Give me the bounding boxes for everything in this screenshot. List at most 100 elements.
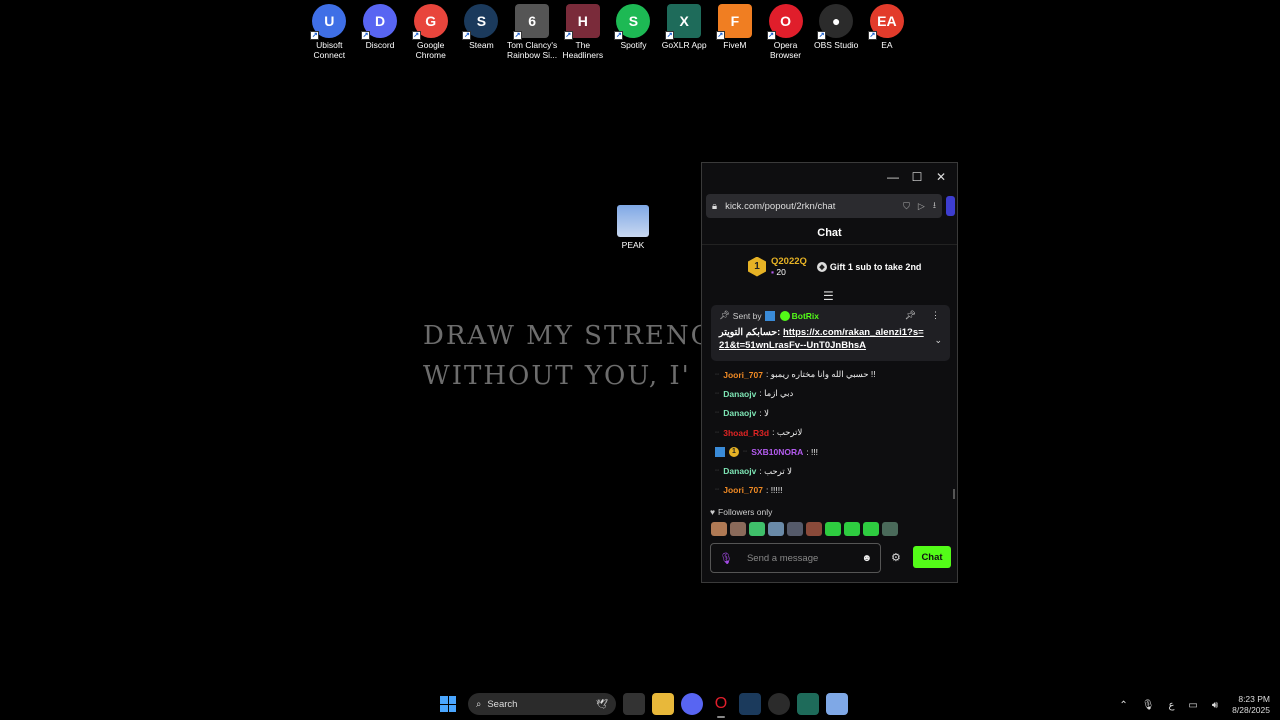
opera-icon[interactable]: O bbox=[710, 693, 732, 718]
shortcut-arrow-icon: ↗ bbox=[462, 31, 472, 40]
language-indicator[interactable]: ع bbox=[1168, 700, 1174, 711]
bot-name[interactable]: BotRix bbox=[792, 311, 819, 321]
emote-icon[interactable] bbox=[768, 522, 784, 536]
timestamp-dots-icon: ◦◦ bbox=[743, 448, 748, 455]
app-icon: U ↗ bbox=[310, 4, 347, 40]
steam-icon[interactable] bbox=[739, 693, 761, 715]
timestamp-dots-icon: ◦◦ bbox=[715, 429, 720, 436]
desktop-icon-peak[interactable]: PEAK bbox=[616, 205, 650, 250]
discord-icon[interactable] bbox=[681, 693, 703, 715]
top-gifter-name[interactable]: Q2022Q bbox=[771, 256, 807, 267]
shortcut-arrow-icon: ↗ bbox=[715, 31, 725, 40]
app-icon: ● ↗ bbox=[817, 4, 854, 40]
shortcut-arrow-icon: ↗ bbox=[361, 31, 371, 40]
message-composer[interactable]: 🎙︎ Send a message ☻ bbox=[710, 543, 881, 573]
emote-icon[interactable] bbox=[806, 522, 822, 536]
chevron-down-icon[interactable]: ⌄ bbox=[934, 335, 942, 346]
gear-icon[interactable]: ⚙ bbox=[891, 551, 901, 564]
desktop-icon[interactable]: F ↗ FiveM bbox=[710, 4, 761, 60]
chat-username[interactable]: SXB10NORA bbox=[751, 447, 803, 457]
desktop-icon-label: FiveM bbox=[723, 40, 747, 50]
emoji-icon[interactable]: ☻ bbox=[861, 553, 872, 564]
chat-message: 1 ◦◦ SXB10NORA: !!! bbox=[715, 442, 945, 461]
file-explorer-icon[interactable] bbox=[652, 693, 674, 715]
wallpaper-line: DRAW MY STRENGT bbox=[423, 321, 713, 351]
chat-username[interactable]: Danaojv bbox=[723, 408, 756, 418]
emote-icon[interactable] bbox=[882, 522, 898, 536]
desktop-icon[interactable]: H ↗ The Headliners bbox=[557, 4, 608, 60]
emote-icon[interactable] bbox=[711, 522, 727, 536]
desktop-icon[interactable]: O ↗ Opera Browser bbox=[760, 4, 811, 60]
chat-username[interactable]: Joori_707 bbox=[723, 485, 763, 495]
timestamp-dots-icon: ◦◦ bbox=[715, 487, 720, 494]
gift-sub-prompt[interactable]: ◆ Gift 1 sub to take 2nd bbox=[816, 261, 921, 272]
start-button[interactable] bbox=[436, 692, 460, 716]
followers-only-label: Followers only bbox=[718, 507, 773, 517]
timestamp-dots-icon: ◦◦ bbox=[715, 390, 720, 397]
chevron-up-icon[interactable]: ⌃ bbox=[1119, 700, 1127, 711]
microphone-icon[interactable]: 🎙︎ bbox=[719, 552, 733, 565]
chat-message: ◦◦ Joori_707: حسبي الله وانا مختاره ريمبو… bbox=[715, 365, 945, 384]
network-icon[interactable]: ▭ bbox=[1188, 700, 1197, 711]
download-icon[interactable]: ⭳ bbox=[933, 198, 936, 214]
app-icon: O ↗ bbox=[766, 4, 803, 40]
app-icon: EA ↗ bbox=[867, 4, 904, 40]
time: 8:23 PM bbox=[1238, 694, 1270, 704]
desktop-icon[interactable]: S ↗ Steam bbox=[456, 4, 507, 60]
goxlr-icon[interactable] bbox=[797, 693, 819, 715]
taskbar: ⌕ Search 🕊︎ O ⌃ 🎙︎ ع ▭ 🔊︎ 8:23 PM 8/28/2… bbox=[0, 688, 1280, 720]
search-label: Search bbox=[487, 698, 518, 710]
volume-icon[interactable]: 🔊︎ bbox=[1212, 700, 1218, 711]
address-bar[interactable]: 🔒︎ kick.com/popout/2rkn/chat ⛉ ▷ ⭳ bbox=[706, 194, 942, 218]
desktop-icons: U ↗ Ubisoft Connect D ↗ Discord G ↗ Google Chrom… bbox=[304, 4, 912, 60]
chat-text: : لا ترحب bbox=[759, 465, 792, 476]
clock[interactable]: 8:23 PM 8/28/2025 bbox=[1232, 694, 1270, 716]
emote-icon[interactable] bbox=[749, 522, 765, 536]
emote-icon[interactable] bbox=[730, 522, 746, 536]
chat-username[interactable]: Joori_707 bbox=[723, 370, 763, 380]
desktop: U ↗ Ubisoft Connect D ↗ Discord G ↗ Google Chrom… bbox=[0, 0, 1280, 720]
desktop-icon[interactable]: D ↗ Discord bbox=[355, 4, 406, 60]
scrollbar[interactable] bbox=[953, 489, 955, 499]
wallpaper-line: WITHOUT YOU, I' bbox=[423, 361, 691, 391]
chat-username[interactable]: 3hoad_R3d bbox=[723, 428, 769, 438]
desktop-icon[interactable]: EA ↗ EA bbox=[862, 4, 913, 60]
app-icon: 6 ↗ bbox=[513, 4, 550, 40]
microphone-icon[interactable]: 🎙︎ bbox=[1142, 700, 1155, 711]
close-button[interactable]: ✕ bbox=[929, 165, 953, 189]
shield-icon[interactable]: ⛉ bbox=[903, 201, 910, 212]
message-input[interactable]: Send a message bbox=[747, 553, 862, 564]
desktop-icon[interactable]: G ↗ Google Chrome bbox=[405, 4, 456, 60]
more-options-icon[interactable]: ⋮ bbox=[931, 310, 940, 321]
minimize-button[interactable]: — bbox=[881, 165, 905, 189]
taskbar-apps: ⌕ Search 🕊︎ O bbox=[436, 692, 848, 718]
maximize-button[interactable]: ☐ bbox=[905, 165, 929, 189]
unpin-icon[interactable]: 📌︎ bbox=[905, 310, 916, 321]
desktop-icon[interactable]: 6 ↗ Tom Clancy's Rainbow Si... bbox=[507, 4, 558, 60]
emote-icon[interactable] bbox=[863, 522, 879, 536]
desktop-icon[interactable]: ● ↗ OBS Studio bbox=[811, 4, 862, 60]
app-icon: S ↗ bbox=[614, 4, 651, 40]
emote-icon[interactable] bbox=[825, 522, 841, 536]
gift-count: 20 bbox=[776, 267, 786, 277]
taskbar-search[interactable]: ⌕ Search 🕊︎ bbox=[468, 693, 616, 715]
send-chat-button[interactable]: Chat bbox=[913, 546, 951, 568]
chat-username[interactable]: Danaojv bbox=[723, 466, 756, 476]
play-icon[interactable]: ▷ bbox=[918, 201, 925, 212]
emote-icon[interactable] bbox=[787, 522, 803, 536]
chat-username[interactable]: Danaojv bbox=[723, 389, 756, 399]
desktop-icon-label: EA bbox=[881, 40, 893, 50]
peak-taskbar-icon[interactable] bbox=[826, 693, 848, 715]
url-text: kick.com/popout/2rkn/chat bbox=[725, 200, 836, 212]
desktop-icon[interactable]: U ↗ Ubisoft Connect bbox=[304, 4, 355, 60]
obs-icon[interactable] bbox=[768, 693, 790, 715]
extension-icon[interactable] bbox=[946, 196, 955, 216]
shortcut-arrow-icon: ↗ bbox=[563, 31, 573, 40]
desktop-icon[interactable]: S ↗ Spotify bbox=[608, 4, 659, 60]
task-view-icon[interactable] bbox=[623, 693, 645, 715]
gift-box-icon: ◆ bbox=[816, 261, 827, 272]
emote-icon[interactable] bbox=[844, 522, 860, 536]
desktop-icon[interactable]: X ↗ GoXLR App bbox=[659, 4, 710, 60]
search-icon: ⌕ bbox=[476, 698, 482, 710]
sort-icon[interactable]: ☰ bbox=[823, 289, 834, 303]
